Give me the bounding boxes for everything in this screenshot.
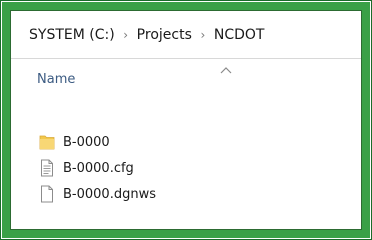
chevron-right-icon[interactable]: ›	[192, 28, 214, 42]
column-header-name[interactable]: Name	[11, 59, 361, 99]
explorer-panel: SYSTEM (C:) › Projects › NCDOT Name B-00…	[10, 10, 362, 230]
file-name: B-0000.cfg	[63, 160, 134, 176]
breadcrumb-item-ncdot[interactable]: NCDOT	[214, 25, 265, 45]
outer-frame: SYSTEM (C:) › Projects › NCDOT Name B-00…	[0, 0, 372, 240]
blank-file-icon	[41, 185, 53, 203]
list-item-folder[interactable]: B-0000	[11, 129, 361, 155]
breadcrumb-item-projects[interactable]: Projects	[137, 25, 192, 45]
list-item-cfg[interactable]: B-0000.cfg	[11, 155, 361, 181]
column-header-label: Name	[37, 72, 76, 87]
file-name: B-0000	[63, 134, 110, 150]
list-item-dgnws[interactable]: B-0000.dgnws	[11, 181, 361, 207]
file-name: B-0000.dgnws	[63, 186, 156, 202]
text-file-icon	[41, 159, 53, 177]
sort-ascending-icon	[220, 67, 232, 74]
breadcrumb: SYSTEM (C:) › Projects › NCDOT	[11, 11, 361, 59]
breadcrumb-item-system[interactable]: SYSTEM (C:)	[29, 25, 115, 45]
chevron-right-icon[interactable]: ›	[115, 28, 137, 42]
file-list: B-0000 B-0000.cfg B-0000.dgnws	[11, 129, 361, 207]
folder-icon	[39, 135, 55, 150]
